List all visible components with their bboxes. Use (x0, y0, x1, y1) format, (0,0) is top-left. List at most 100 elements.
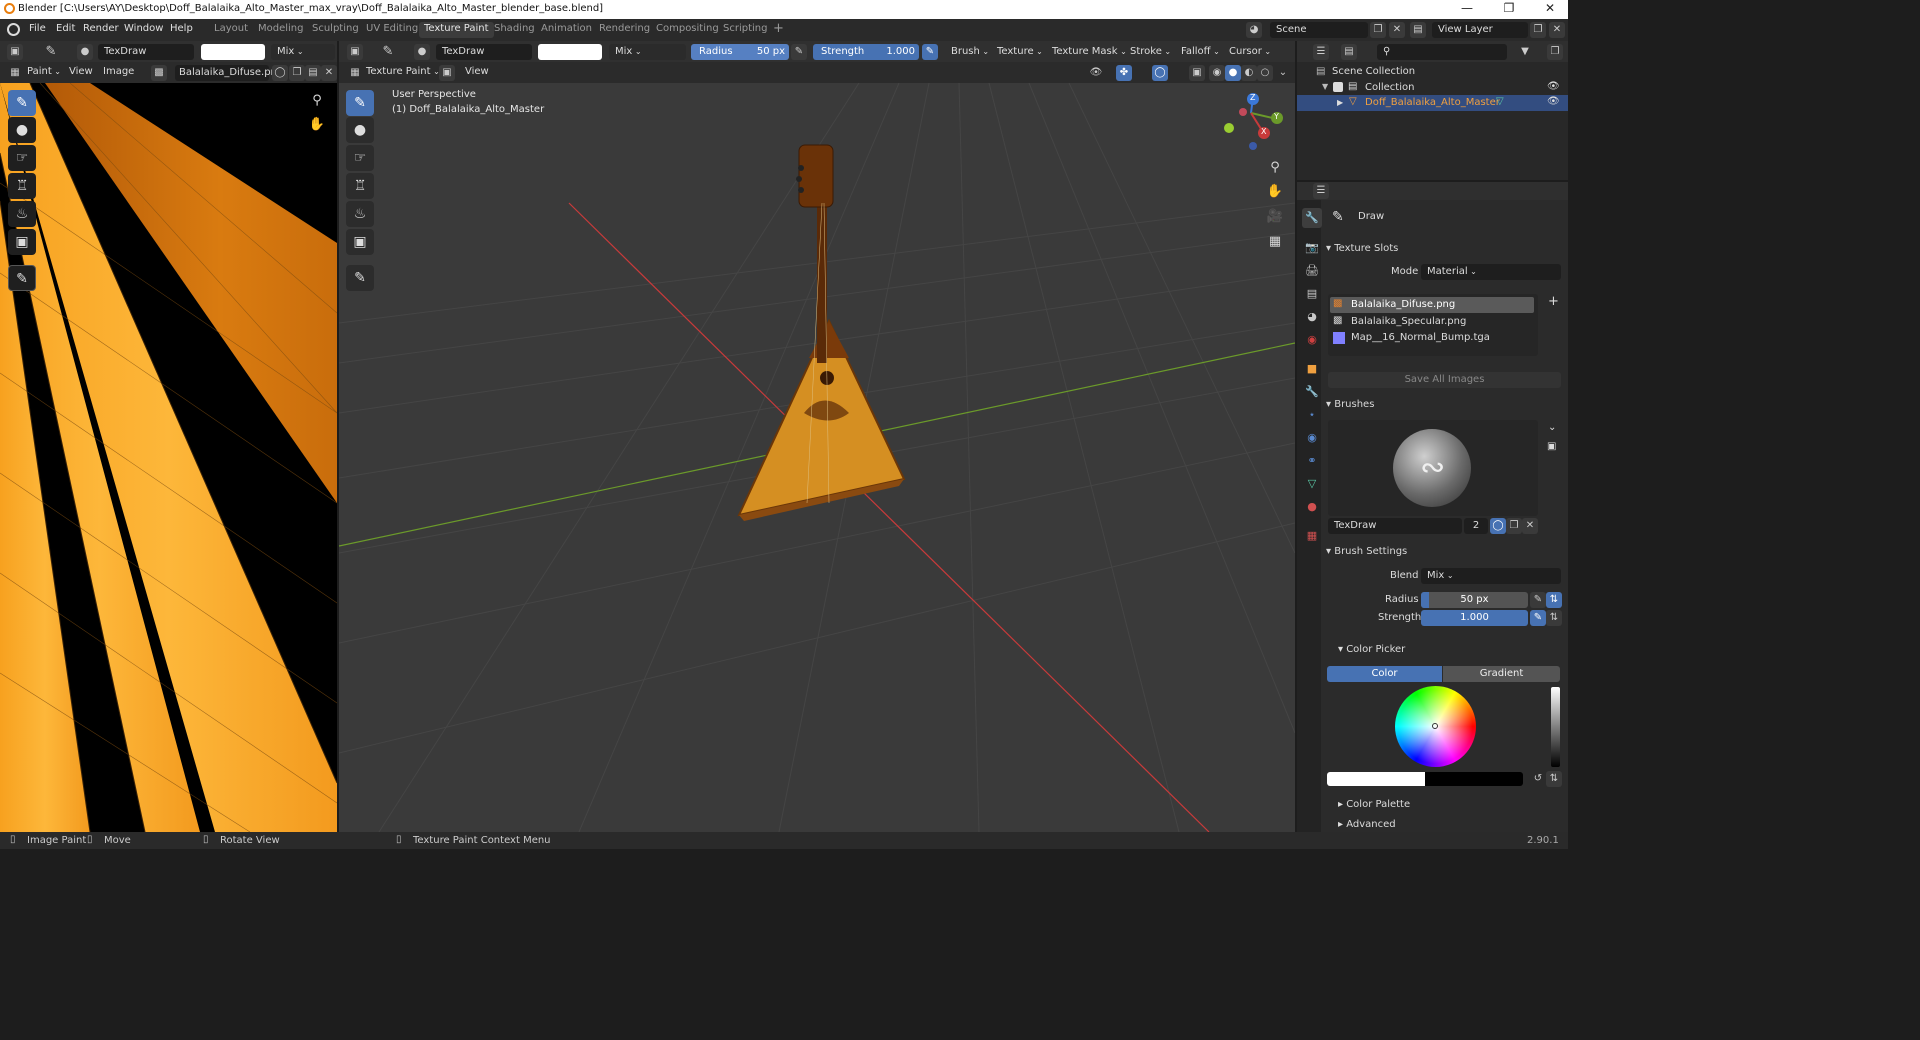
viewport-brush-color-swatch[interactable] (538, 44, 602, 60)
object-visibility-eye-icon[interactable]: 👁 (1547, 96, 1560, 107)
tab-rendering[interactable]: Rendering (594, 22, 655, 38)
color-palette-subpanel[interactable]: ▸ Color Palette (1338, 799, 1410, 810)
tab-shading[interactable]: Shading (489, 22, 540, 38)
gradient-tab[interactable]: Gradient (1443, 666, 1560, 682)
radius-slider[interactable]: 50 px (1421, 592, 1528, 608)
object-tab-icon[interactable]: ■ (1302, 359, 1322, 379)
view-layer-tab-icon[interactable]: ▤ (1302, 284, 1322, 304)
color-tab[interactable]: Color (1327, 666, 1442, 682)
new-collection-icon[interactable]: ❐ (1547, 44, 1563, 60)
paint-mode-icon[interactable]: ▦ (7, 65, 23, 81)
close-button[interactable]: ✕ (1530, 1, 1570, 15)
color-wheel[interactable] (1395, 686, 1476, 767)
tool-tab-icon[interactable]: 🔧 (1302, 208, 1322, 228)
swap-colors-icon[interactable]: ↺ (1530, 771, 1546, 787)
delete-view-layer-icon[interactable]: ✕ (1549, 22, 1565, 38)
xray-toggle-icon[interactable]: ▣ (1189, 65, 1205, 81)
texture-canvas[interactable] (0, 83, 337, 832)
scene-collection-label[interactable]: Scene Collection (1332, 66, 1415, 77)
delete-scene-icon[interactable]: ✕ (1389, 22, 1405, 38)
texture-slot-row[interactable]: ▩ Balalaika_Specular.png (1330, 314, 1534, 330)
texture-tab-icon[interactable]: ▦ (1302, 526, 1322, 546)
add-texture-slot-button[interactable]: + (1548, 294, 1559, 309)
texture-slots-panel-header[interactable]: ▾ Texture Slots (1326, 243, 1398, 254)
smear-tool-button[interactable]: ☞ (8, 145, 36, 171)
outliner-editor-type-icon[interactable]: ☰ (1313, 44, 1329, 60)
brush-duplicate-icon[interactable]: ❐ (1506, 518, 1522, 534)
shading-options-icon[interactable]: ⌄ (1275, 65, 1291, 81)
menu-file[interactable]: File (29, 23, 46, 34)
world-tab-icon[interactable]: ◉ (1302, 330, 1322, 350)
image-name-field[interactable]: Balalaika_Difuse.png (175, 65, 283, 81)
stroke-menu[interactable]: Stroke (1124, 44, 1177, 60)
overlay-toggle-icon[interactable]: ◯ (1152, 65, 1168, 81)
brush-menu[interactable]: Brush (945, 44, 995, 60)
vp-smear-tool-button[interactable]: ☞ (346, 145, 374, 171)
strength-pressure-icon[interactable]: ✎ (922, 44, 938, 60)
viewport-radius-slider[interactable]: Radius 50 px (691, 44, 789, 60)
texture-mask-menu[interactable]: Texture Mask (1046, 44, 1133, 60)
menu-window[interactable]: Window (124, 23, 163, 34)
physics-tab-icon[interactable]: ◉ (1302, 428, 1322, 448)
collection-checkbox[interactable] (1333, 82, 1343, 92)
radius-pressure-pen-icon[interactable]: ✎ (1530, 592, 1546, 608)
tab-uv-editing[interactable]: UV Editing (361, 22, 423, 38)
collection-expand-icon[interactable]: ▼ (1322, 82, 1328, 91)
falloff-menu[interactable]: Falloff (1175, 44, 1226, 60)
material-tab-icon[interactable]: ● (1302, 497, 1322, 517)
new-image-icon[interactable]: ❐ (289, 65, 305, 81)
color-swatch-secondary[interactable] (1425, 772, 1523, 786)
texture-slot-row[interactable]: Map__16_Normal_Bump.tga (1330, 330, 1534, 346)
scene-tab-icon[interactable]: ◕ (1302, 307, 1322, 327)
particles-tab-icon[interactable]: ⋆ (1302, 405, 1322, 425)
collection-label[interactable]: Collection (1365, 82, 1414, 93)
image-brush-name-field[interactable]: TexDraw (98, 44, 194, 60)
texture-slot-row[interactable]: ▩ Balalaika_Difuse.png (1330, 297, 1534, 313)
outliner-search-input[interactable]: ⚲ (1377, 44, 1507, 60)
menu-render[interactable]: Render (83, 23, 119, 34)
material-shading-icon[interactable]: ◐ (1241, 65, 1257, 81)
menu-help[interactable]: Help (170, 23, 193, 34)
tab-texture-paint[interactable]: Texture Paint (419, 22, 494, 38)
menu-edit[interactable]: Edit (56, 23, 75, 34)
viewport-editor-type-icon[interactable]: ▣ (347, 44, 363, 60)
collection-visibility-eye-icon[interactable]: 👁 (1547, 81, 1560, 92)
mask-tool-button[interactable]: ▣ (8, 229, 36, 255)
open-image-folder-icon[interactable]: ▤ (305, 65, 321, 81)
viewport-scene[interactable] (339, 83, 1295, 832)
viewport-mode-dropdown[interactable]: Texture Paint (366, 66, 440, 77)
tab-compositing[interactable]: Compositing (651, 22, 724, 38)
viewport-brush-name-field[interactable]: TexDraw (436, 44, 532, 60)
radius-pressure-icon[interactable]: ✎ (791, 44, 807, 60)
color-picker-subpanel-header[interactable]: ▾ Color Picker (1338, 644, 1405, 655)
new-scene-icon[interactable]: ❐ (1370, 22, 1386, 38)
blend-dropdown[interactable]: Mix (1421, 568, 1561, 584)
properties-editor-type-icon[interactable]: ☰ (1313, 183, 1329, 199)
solid-shading-icon[interactable]: ● (1225, 65, 1241, 81)
vp-clone-tool-button[interactable]: ♖ (346, 173, 374, 199)
minimize-button[interactable]: — (1447, 1, 1487, 15)
vp-annotate-tool-button[interactable]: ✎ (346, 265, 374, 291)
clone-tool-button[interactable]: ♖ (8, 173, 36, 199)
texture-paint-mode-icon[interactable]: ▦ (347, 65, 363, 81)
image-mode-dropdown[interactable]: Paint (27, 66, 61, 77)
output-tab-icon[interactable]: 🖨 (1302, 261, 1322, 281)
outliner-filter-icon[interactable]: ▼ (1517, 44, 1533, 60)
advanced-subpanel[interactable]: ▸ Advanced (1338, 819, 1396, 830)
add-workspace-button[interactable]: + (768, 20, 789, 36)
tab-sculpting[interactable]: Sculpting (307, 22, 364, 38)
draw-tool-button[interactable]: ✎ (8, 90, 36, 116)
viewport-brush-browse-icon[interactable]: ● (414, 44, 430, 60)
image-blend-mode-dropdown[interactable]: Mix (271, 44, 335, 60)
vp-draw-tool-button[interactable]: ✎ (346, 90, 374, 116)
brush-users-count[interactable]: 2 (1464, 518, 1488, 534)
fake-user-shield-icon[interactable]: ◯ (272, 65, 288, 81)
data-tab-icon[interactable]: ▽ (1302, 474, 1322, 494)
constraints-tab-icon[interactable]: ⚭ (1302, 451, 1322, 471)
zoom-icon[interactable]: ⚲ (306, 90, 328, 112)
texture-menu[interactable]: Texture (991, 44, 1049, 60)
strength-unit-icon[interactable]: ⇅ (1546, 610, 1562, 626)
vp-mask-tool-button[interactable]: ▣ (346, 229, 374, 255)
outliner-object-row[interactable]: ▶ ▽ Doff_Balalaika_Alto_Master ▽ 👁 (1297, 95, 1568, 111)
viewport-brush-tool-icon[interactable]: ✎ (380, 44, 396, 60)
